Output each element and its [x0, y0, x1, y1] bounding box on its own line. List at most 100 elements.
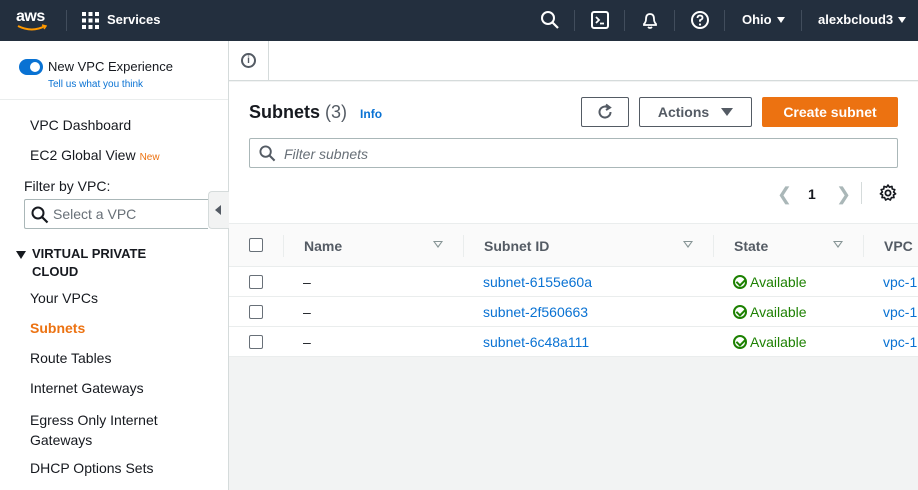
sidebar-item-your-vpcs[interactable]: Your VPCs: [30, 290, 98, 306]
previous-page-button[interactable]: ❮: [777, 184, 792, 205]
sort-icon[interactable]: [683, 241, 693, 248]
new-vpc-experience-toggle[interactable]: [19, 59, 43, 75]
check-circle-icon: [733, 275, 747, 289]
sort-icon[interactable]: [433, 241, 443, 248]
actions-label: Actions: [657, 104, 710, 120]
status-text: Available: [750, 334, 807, 350]
vpc-id-link[interactable]: vpc-1: [883, 304, 917, 320]
help-icon[interactable]: [690, 10, 710, 30]
info-panel-button[interactable]: i: [229, 41, 269, 81]
title-text: Subnets: [249, 102, 321, 122]
nav-divider: [624, 10, 625, 31]
refresh-icon: [598, 103, 612, 119]
sidebar-collapse-button[interactable]: [208, 191, 229, 229]
row-checkbox[interactable]: [249, 305, 263, 319]
gear-icon[interactable]: [879, 184, 897, 202]
sidebar: New VPC Experience Tell us what you thin…: [0, 41, 229, 490]
nav-divider: [724, 10, 725, 31]
vpc-id-link[interactable]: vpc-1: [883, 274, 917, 290]
aws-logo[interactable]: aws: [16, 8, 50, 34]
sidebar-item-subnets[interactable]: Subnets: [30, 320, 85, 336]
vpc-filter-select[interactable]: Select a VPC: [24, 199, 208, 229]
caret-down-icon: [16, 250, 26, 259]
top-navigation-bar: aws Services Ohio alexbcloud3: [0, 0, 918, 41]
sidebar-item-egress-only-internet-gateways[interactable]: Egress Only Internet Gateways: [30, 410, 190, 450]
info-link[interactable]: Info: [360, 107, 382, 121]
feedback-link[interactable]: Tell us what you think: [48, 79, 143, 90]
table-row[interactable]: – subnet-6155e60a Available vpc-1: [229, 267, 918, 297]
new-badge: New: [139, 152, 160, 163]
select-all-checkbox[interactable]: [249, 238, 263, 252]
column-header-subnet-id[interactable]: Subnet ID: [484, 238, 549, 254]
next-page-button[interactable]: ❯: [836, 184, 851, 205]
region-selector[interactable]: Ohio: [742, 12, 785, 27]
sidebar-item-vpc-dashboard[interactable]: VPC Dashboard: [30, 117, 131, 133]
subnet-count: (3): [325, 102, 348, 122]
subnet-id-link[interactable]: subnet-6c48a111: [483, 334, 589, 350]
pager-divider: [861, 182, 862, 204]
filter-by-vpc-label: Filter by VPC:: [24, 178, 111, 194]
create-subnet-button[interactable]: Create subnet: [762, 97, 898, 127]
table-header: Name Subnet ID State VPC: [229, 223, 918, 267]
check-circle-icon: [733, 305, 747, 319]
table-row[interactable]: – subnet-2f560663 Available vpc-1: [229, 297, 918, 327]
caret-left-icon: [215, 205, 221, 215]
status-text: Available: [750, 304, 807, 320]
caret-down-icon: [721, 107, 734, 116]
sort-icon[interactable]: [833, 241, 843, 248]
nav-divider: [574, 10, 575, 31]
search-icon: [259, 145, 276, 162]
nav-divider: [801, 10, 802, 31]
main-content: i Subnets (3) Info Actions Create subnet…: [229, 41, 918, 490]
check-circle-icon: [733, 335, 747, 349]
sidebar-item-internet-gateways[interactable]: Internet Gateways: [30, 380, 144, 396]
status-badge: Available: [733, 304, 807, 320]
sidebar-item-ec2-global-view[interactable]: EC2 Global View New: [30, 147, 160, 163]
sidebar-item-dhcp-options-sets[interactable]: DHCP Options Sets: [30, 460, 153, 476]
status-badge: Available: [733, 274, 807, 290]
toggle-knob: [30, 62, 40, 72]
filter-subnets-placeholder: Filter subnets: [284, 146, 369, 162]
sidebar-item-route-tables[interactable]: Route Tables: [30, 350, 111, 366]
status-text: Available: [750, 274, 807, 290]
column-divider: [463, 235, 464, 257]
services-menu[interactable]: Services: [107, 12, 161, 27]
vpc-id-link[interactable]: vpc-1: [883, 334, 917, 350]
section-title: VIRTUAL PRIVATE CLOUD: [32, 246, 147, 279]
search-icon: [31, 206, 49, 224]
status-badge: Available: [733, 334, 807, 350]
row-checkbox[interactable]: [249, 275, 263, 289]
column-header-name[interactable]: Name: [304, 238, 342, 254]
table-row[interactable]: – subnet-6c48a111 Available vpc-1: [229, 327, 918, 357]
chevron-down-icon: [776, 16, 785, 23]
nav-divider: [66, 10, 67, 31]
bell-icon[interactable]: [640, 10, 660, 30]
new-vpc-experience-label: New VPC Experience: [48, 59, 173, 74]
column-divider: [863, 235, 864, 257]
account-name: alexbcloud3: [818, 12, 894, 27]
actions-button[interactable]: Actions: [639, 97, 752, 127]
aws-smile-icon: [17, 24, 47, 31]
refresh-button[interactable]: [581, 97, 629, 127]
subnet-id-link[interactable]: subnet-6155e60a: [483, 274, 592, 290]
row-checkbox[interactable]: [249, 335, 263, 349]
current-page-number[interactable]: 1: [808, 186, 816, 202]
cloudshell-icon[interactable]: [590, 10, 610, 30]
region-label: Ohio: [742, 12, 772, 27]
row-name: –: [303, 334, 311, 350]
info-strip: i: [229, 41, 918, 81]
grid-icon[interactable]: [82, 12, 99, 29]
filter-subnets-input[interactable]: Filter subnets: [249, 138, 898, 168]
subnet-id-link[interactable]: subnet-2f560663: [483, 304, 588, 320]
column-header-vpc[interactable]: VPC: [884, 238, 913, 254]
column-divider: [283, 235, 284, 257]
section-virtual-private-cloud[interactable]: VIRTUAL PRIVATE CLOUD: [16, 245, 172, 281]
search-icon[interactable]: [540, 10, 560, 30]
page-title: Subnets (3) Info: [249, 102, 382, 123]
column-header-state[interactable]: State: [734, 238, 768, 254]
account-menu[interactable]: alexbcloud3: [818, 12, 907, 27]
row-name: –: [303, 274, 311, 290]
column-divider: [713, 235, 714, 257]
chevron-down-icon: [898, 16, 907, 23]
sidebar-item-label: EC2 Global View: [30, 147, 136, 163]
